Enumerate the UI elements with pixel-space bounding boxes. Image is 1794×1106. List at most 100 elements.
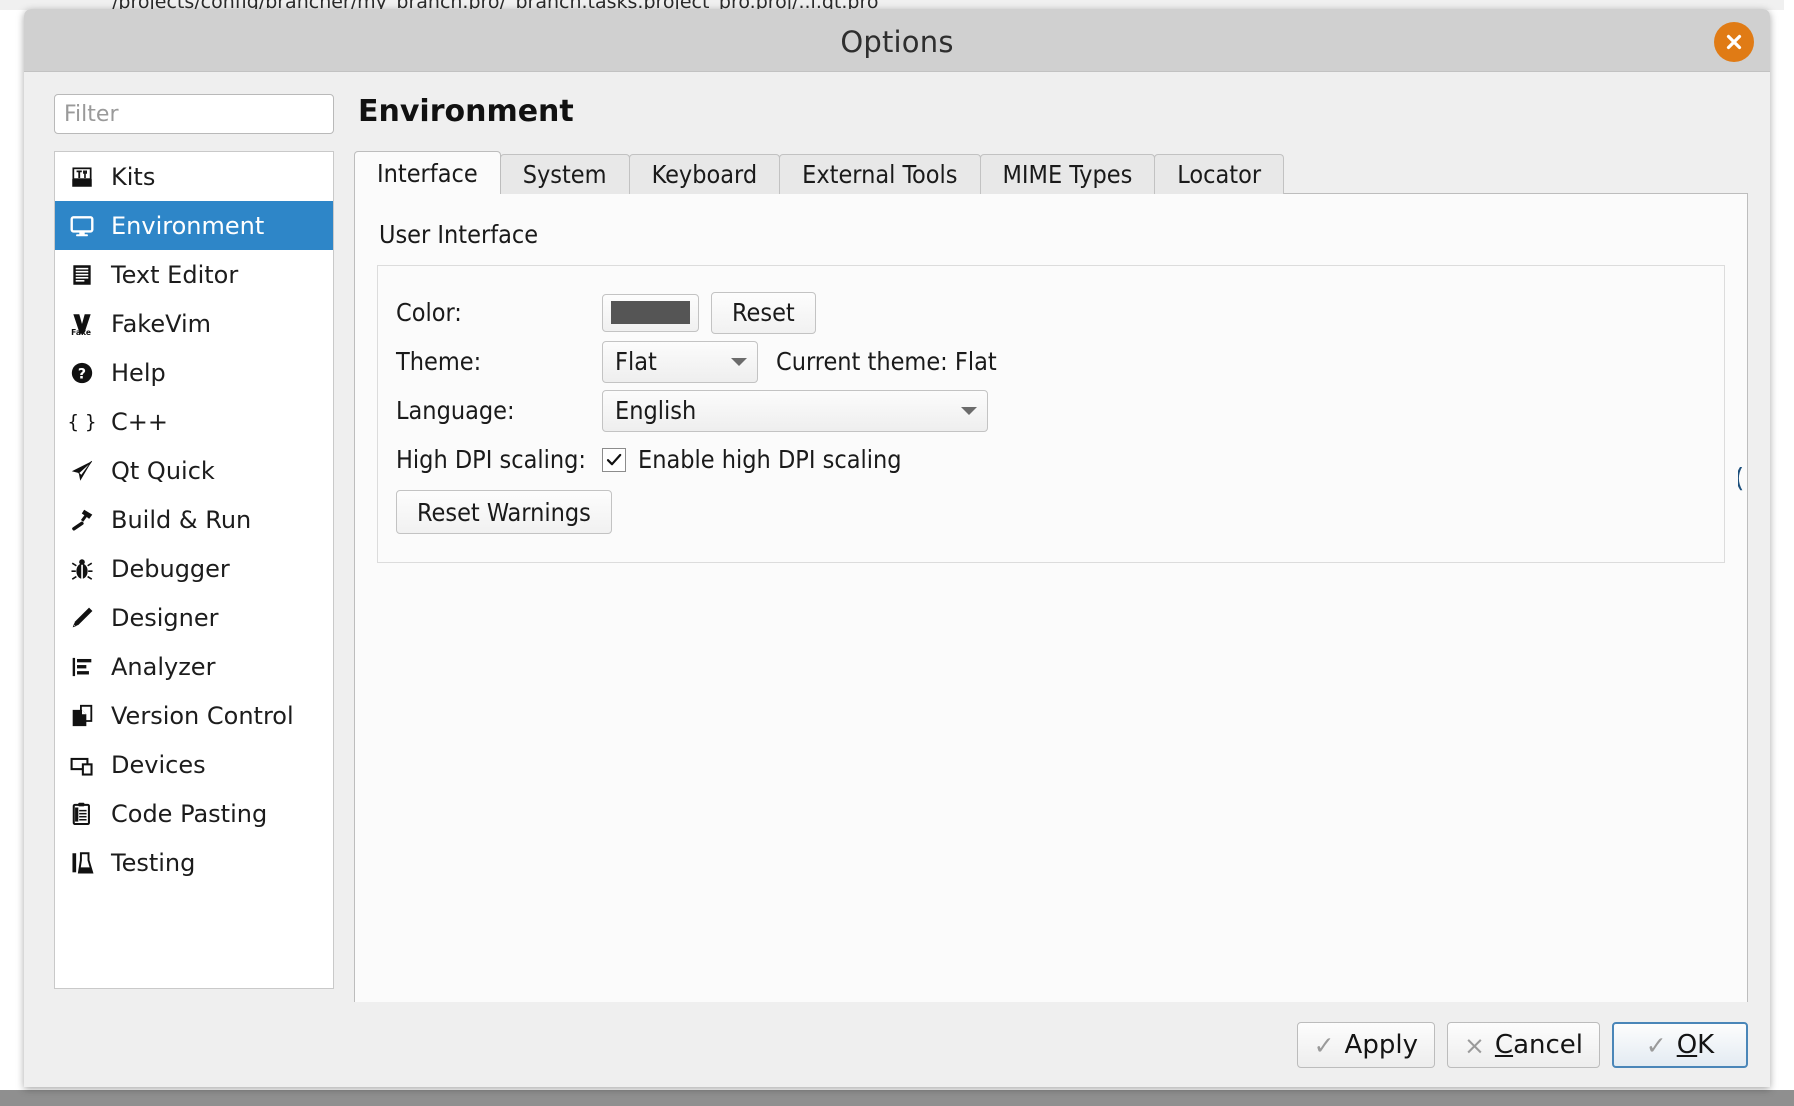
filter-input[interactable] — [54, 94, 334, 134]
sidebar: Kits Environment Text Editor Fake FakeVim… — [54, 94, 334, 989]
sidebar-item-analyzer[interactable]: Analyzer — [55, 642, 333, 691]
sidebar-item-c[interactable]: { } C++ — [55, 397, 333, 446]
sidebar-item-qt-quick[interactable]: Qt Quick — [55, 446, 333, 495]
devices-icon — [70, 757, 93, 776]
question-circle-icon: ? — [69, 360, 95, 386]
sidebar-item-label: Qt Quick — [111, 456, 215, 485]
sidebar-item-label: Devices — [111, 750, 206, 779]
tab-bar[interactable]: Interface System Keyboard External Tools MIM… — [354, 151, 1748, 194]
cancel-button[interactable]: × Cancel — [1446, 1022, 1600, 1068]
svg-text:?: ? — [78, 366, 86, 382]
dialog-body: Kits Environment Text Editor Fake FakeVim… — [24, 72, 1770, 1087]
dialog-titlebar: Options — [24, 9, 1770, 72]
tab-interface[interactable]: Interface — [354, 151, 501, 194]
sidebar-item-label: C++ — [111, 407, 168, 436]
tab-mime-types[interactable]: MIME Types — [979, 154, 1156, 194]
sidebar-item-version-control[interactable]: Version Control — [55, 691, 333, 740]
reset-color-button[interactable]: Reset — [711, 291, 816, 334]
kits-icon — [69, 164, 95, 190]
enable-high-dpi-checkbox[interactable] — [602, 447, 626, 472]
sidebar-item-designer[interactable]: Designer — [55, 593, 333, 642]
ok-accel-letter: O — [1676, 1030, 1698, 1060]
text-lines-icon — [69, 262, 95, 288]
test-tube-icon — [69, 850, 95, 876]
user-interface-group: Color: Reset Theme: Flat Current theme: … — [377, 265, 1725, 563]
pencil-icon — [72, 607, 93, 627]
current-theme-text: Current theme: Flat — [776, 347, 997, 376]
sidebar-item-label: FakeVim — [111, 309, 212, 338]
hammer-icon — [72, 509, 93, 531]
language-select[interactable]: English — [602, 389, 988, 432]
reset-warnings-button[interactable]: Reset Warnings — [396, 490, 612, 534]
apply-button-label: Apply — [1344, 1030, 1418, 1060]
sidebar-item-devices[interactable]: Devices — [55, 740, 333, 789]
paper-plane-icon — [71, 460, 93, 481]
paper-plane-icon — [69, 458, 95, 484]
tab-locator[interactable]: Locator — [1154, 154, 1285, 194]
panel-edge-artifact-glyph: ( — [1738, 467, 1745, 494]
sidebar-item-label: Code Pasting — [111, 799, 268, 828]
sidebar-item-environment[interactable]: Environment — [55, 201, 333, 250]
apply-button[interactable]: ✓ Apply — [1296, 1022, 1435, 1068]
category-list[interactable]: Kits Environment Text Editor Fake FakeVim… — [54, 151, 334, 989]
clipboard-icon — [69, 801, 95, 827]
color-row: Color: Reset — [396, 288, 1706, 337]
cross-icon: × — [1463, 1030, 1485, 1060]
sidebar-item-label: Kits — [111, 162, 156, 191]
braces-icon: { } — [69, 412, 95, 433]
ok-button[interactable]: ✓ OK — [1612, 1022, 1748, 1068]
tab-external-tools[interactable]: External Tools — [779, 154, 981, 194]
sidebar-item-debugger[interactable]: Debugger — [55, 544, 333, 593]
sidebar-item-label: Build & Run — [111, 505, 252, 534]
sidebar-item-build-run[interactable]: Build & Run — [55, 495, 333, 544]
background-app-bottom-strip — [0, 1090, 1794, 1106]
sidebar-item-testing[interactable]: Testing — [55, 838, 333, 887]
theme-label: Theme: — [396, 347, 482, 376]
ok-rest-letters: K — [1697, 1030, 1715, 1060]
chevron-down-icon — [731, 357, 747, 366]
theme-row: Theme: Flat Current theme: Flat — [396, 337, 1706, 386]
sidebar-item-label: Designer — [111, 603, 219, 632]
tab-keyboard[interactable]: Keyboard — [628, 154, 781, 194]
kits-icon — [72, 166, 92, 187]
bar-analysis-icon — [69, 654, 95, 680]
sidebar-item-text-editor[interactable]: Text Editor — [55, 250, 333, 299]
close-button[interactable] — [1714, 22, 1754, 62]
group-title: User Interface — [379, 220, 539, 249]
enable-high-dpi-label[interactable]: Enable high DPI scaling — [638, 445, 902, 474]
high-dpi-label: High DPI scaling: — [396, 445, 586, 474]
reset-warnings-row: Reset Warnings — [396, 484, 1706, 540]
page-title: Environment — [358, 94, 574, 129]
sidebar-item-label: Debugger — [111, 554, 230, 583]
monitor-icon — [69, 213, 95, 239]
bug-icon — [69, 556, 95, 582]
language-label: Language: — [396, 396, 515, 425]
check-icon: ✓ — [1645, 1030, 1667, 1060]
sidebar-item-label: Testing — [111, 848, 196, 877]
high-dpi-row: High DPI scaling: Enable high DPI scalin… — [396, 435, 1706, 484]
close-x-icon — [1726, 34, 1742, 50]
monitor-icon — [70, 215, 94, 236]
cancel-accel-letter: C — [1494, 1030, 1514, 1060]
documents-icon — [72, 704, 93, 726]
dialog-title: Options — [840, 25, 954, 59]
sidebar-item-fakevim[interactable]: Fake FakeVim — [55, 299, 333, 348]
options-dialog: Options Kits — [24, 9, 1770, 1087]
bug-icon — [71, 558, 93, 580]
sidebar-item-help[interactable]: ? Help — [55, 348, 333, 397]
cancel-button-label: Cancel — [1495, 1030, 1583, 1060]
devices-icon — [69, 752, 95, 778]
color-swatch — [611, 301, 690, 324]
braces-icon: { } — [69, 409, 95, 435]
svg-text:Fake: Fake — [71, 327, 91, 336]
theme-select-value: Flat — [615, 347, 657, 376]
theme-select[interactable]: Flat — [602, 340, 758, 383]
interface-tab-panel: User Interface Color: Reset Theme: Flat … — [354, 193, 1748, 1075]
tab-system[interactable]: System — [499, 154, 630, 194]
bar-analysis-icon — [72, 657, 92, 676]
language-select-value: English — [615, 396, 697, 425]
sidebar-item-kits[interactable]: Kits — [55, 152, 333, 201]
color-picker-button[interactable] — [602, 293, 699, 332]
test-tube-icon — [72, 851, 94, 874]
sidebar-item-code-pasting[interactable]: Code Pasting — [55, 789, 333, 838]
